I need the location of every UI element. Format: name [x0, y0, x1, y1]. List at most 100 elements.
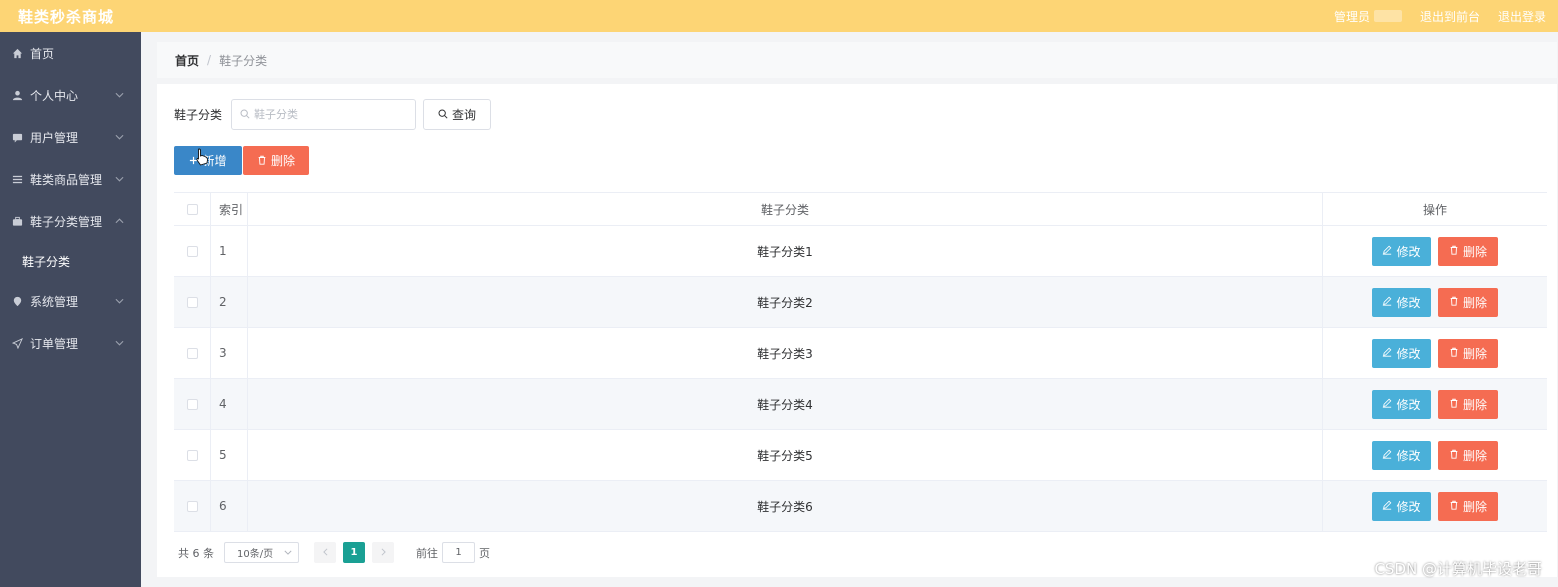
trash-icon	[1449, 295, 1459, 309]
pagination-total: 共 6 条	[178, 546, 214, 560]
back-to-front-link[interactable]: 退出到前台	[1420, 8, 1480, 25]
delete-button[interactable]: 删除	[1438, 236, 1498, 266]
logout-link[interactable]: 退出登录	[1498, 8, 1546, 25]
edit-button[interactable]: 修改	[1372, 491, 1431, 521]
edit-button[interactable]: 修改	[1372, 440, 1431, 470]
edit-icon	[1382, 397, 1392, 411]
edit-button[interactable]: 修改	[1372, 236, 1431, 266]
row-select-cell	[174, 430, 211, 480]
content-panel: 鞋子分类 查询 新增	[157, 84, 1557, 577]
sidebar-item-profile[interactable]: 个人中心	[0, 74, 141, 116]
trash-icon	[257, 154, 267, 168]
breadcrumb-separator: /	[207, 53, 212, 67]
sidebar-item-label: 个人中心	[30, 88, 79, 103]
delete-button[interactable]: 删除	[1438, 338, 1498, 368]
goto-suffix: 页	[479, 546, 490, 560]
delete-button-label: 删除	[1462, 448, 1487, 463]
table-row: 6 鞋子分类6 修改 删除	[174, 481, 1547, 532]
row-index: 3	[211, 328, 248, 378]
send-icon	[10, 336, 24, 350]
sidebar-item-users[interactable]: 用户管理	[0, 116, 141, 158]
chat-icon	[10, 130, 24, 144]
next-page-button[interactable]	[372, 542, 394, 563]
row-checkbox[interactable]	[186, 347, 198, 359]
row-checkbox[interactable]	[186, 398, 198, 410]
row-category-name: 鞋子分类3	[248, 328, 1323, 378]
select-all-checkbox[interactable]	[186, 203, 198, 215]
chevron-down-icon	[115, 134, 125, 140]
app-title: 鞋类秒杀商城	[18, 7, 115, 26]
row-checkbox[interactable]	[186, 296, 198, 308]
row-select-cell	[174, 379, 211, 429]
page-size-select[interactable]: 10条/页	[224, 542, 299, 563]
sidebar-item-label: 鞋子分类管理	[30, 214, 103, 229]
row-category-name: 鞋子分类5	[248, 430, 1323, 480]
row-actions: 修改 删除	[1323, 328, 1547, 378]
row-actions: 修改 删除	[1323, 277, 1547, 327]
table-header: 索引 鞋子分类 操作	[174, 193, 1547, 226]
admin-info: 管理员	[1334, 8, 1402, 25]
main-area: 首页 / 鞋子分类 鞋子分类 查询	[141, 32, 1558, 587]
delete-button[interactable]: 删除	[1438, 287, 1498, 317]
row-index: 6	[211, 481, 248, 531]
sidebar-subitem-shoe-category[interactable]: 鞋子分类	[0, 242, 141, 280]
breadcrumb-current: 鞋子分类	[219, 53, 268, 68]
edit-button-label: 修改	[1396, 448, 1421, 463]
table-body: 1 鞋子分类1 修改 删除 2 鞋子分类2 修改 删除 3 鞋子分类3 修改 删除 4 鞋子分类4 修改 删除…	[174, 226, 1547, 532]
delete-button[interactable]: 删除	[1438, 389, 1498, 419]
search-input[interactable]	[254, 108, 405, 121]
home-icon	[10, 46, 24, 60]
edit-icon	[1382, 295, 1392, 309]
edit-icon	[1382, 499, 1392, 513]
table-row: 4 鞋子分类4 修改 删除	[174, 379, 1547, 430]
edit-button-label: 修改	[1396, 295, 1421, 310]
batch-delete-button[interactable]: 删除	[243, 146, 309, 175]
sidebar-item-system[interactable]: 系统管理	[0, 280, 141, 322]
page-number-current[interactable]: 1	[343, 542, 365, 563]
search-label: 鞋子分类	[174, 108, 223, 122]
sidebar-item-categories[interactable]: 鞋子分类管理	[0, 200, 141, 242]
chevron-up-icon	[115, 218, 125, 224]
row-index: 2	[211, 277, 248, 327]
row-select-cell	[174, 226, 211, 276]
search-row: 鞋子分类 查询	[174, 99, 492, 130]
row-actions: 修改 删除	[1323, 379, 1547, 429]
delete-button[interactable]: 删除	[1438, 440, 1498, 470]
edit-button[interactable]: 修改	[1372, 287, 1431, 317]
edit-button[interactable]: 修改	[1372, 389, 1431, 419]
row-checkbox[interactable]	[186, 449, 198, 461]
query-button-label: 查询	[452, 108, 477, 122]
row-select-cell	[174, 481, 211, 531]
edit-button[interactable]: 修改	[1372, 338, 1431, 368]
chevron-down-icon	[115, 340, 125, 346]
row-checkbox[interactable]	[186, 500, 198, 512]
breadcrumb-home[interactable]: 首页	[175, 52, 199, 69]
goto-page-input[interactable]	[442, 542, 475, 563]
chevron-down-icon	[115, 298, 125, 304]
row-actions: 修改 删除	[1323, 226, 1547, 276]
sidebar-item-orders[interactable]: 订单管理	[0, 322, 141, 364]
search-field[interactable]	[231, 99, 417, 130]
goto-prefix: 前往	[416, 546, 438, 560]
watermark-text: CSDN @计算机毕设老哥	[1374, 560, 1542, 578]
row-index: 4	[211, 379, 248, 429]
query-button[interactable]: 查询	[423, 99, 492, 130]
sidebar-item-label: 首页	[30, 46, 55, 61]
chevron-down-icon	[115, 92, 125, 98]
row-index: 1	[211, 226, 248, 276]
delete-button[interactable]: 删除	[1438, 491, 1498, 521]
trash-icon	[1449, 346, 1459, 360]
sidebar-item-label: 用户管理	[30, 130, 79, 145]
chevron-right-icon	[381, 546, 386, 559]
select-all-cell	[174, 193, 211, 225]
sidebar-item-home[interactable]: 首页	[0, 32, 141, 74]
row-select-cell	[174, 277, 211, 327]
row-index: 5	[211, 430, 248, 480]
row-checkbox[interactable]	[186, 245, 198, 257]
sidebar-item-products[interactable]: 鞋类商品管理	[0, 158, 141, 200]
row-category-name: 鞋子分类4	[248, 379, 1323, 429]
edit-button-label: 修改	[1396, 397, 1421, 412]
admin-label: 管理员	[1333, 9, 1370, 24]
prev-page-button[interactable]	[314, 542, 336, 563]
sidebar-item-label: 系统管理	[30, 294, 79, 309]
